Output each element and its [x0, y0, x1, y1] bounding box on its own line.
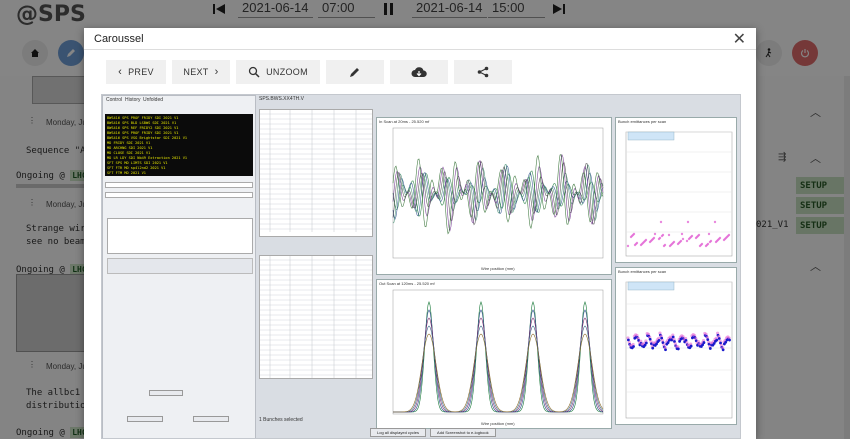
prev-label: PREV [128, 67, 154, 77]
window-tab[interactable]: SPS.BWS.XX4TH.V [259, 96, 304, 102]
chevron-right-icon: › [214, 66, 219, 78]
close-icon[interactable]: ✕ [733, 29, 746, 49]
set-button[interactable] [149, 390, 183, 396]
cloud-download-icon [411, 67, 427, 77]
prev-button[interactable]: ‹ PREV [106, 60, 166, 84]
unzoom-button[interactable]: UNZOOM [236, 60, 320, 84]
download-button[interactable] [390, 60, 448, 84]
bunch-table-in [259, 109, 373, 237]
plot-title: Bunch emittances per scan [618, 269, 667, 274]
carousel-image[interactable]: Control History Unfolded BWS416 SPS PROF… [101, 94, 741, 439]
modal-toolbar: ‹ PREV NEXT › UNZOOM [106, 60, 512, 84]
scan-table [107, 218, 253, 254]
plot-title: In Scan at 20ms - 25.520 mf [379, 119, 430, 124]
x-axis-label: Wire position (mm) [481, 421, 515, 426]
x-axis-label: Wire position (mm) [481, 266, 515, 271]
status-left: 1 Bunches selected [259, 417, 303, 423]
cancel-button[interactable] [193, 416, 229, 422]
scan-settings [107, 258, 253, 274]
modal-header: Caroussel ✕ [84, 28, 756, 50]
device-select[interactable] [105, 182, 253, 188]
out-scan-plot: Out Scan at 120ms - 25.520 mf Wire posit… [376, 279, 612, 429]
share-icon [477, 66, 489, 78]
scan-button[interactable] [127, 416, 163, 422]
control-pane: Control History Unfolded BWS416 SPS PROF… [102, 95, 256, 438]
unzoom-label: UNZOOM [266, 67, 308, 77]
zoom-out-icon [248, 66, 260, 78]
emittance-plot-bottom: Bunch emittances per scan [615, 267, 737, 425]
source-select[interactable] [105, 192, 253, 198]
plot-title: Out Scan at 120ms - 25.520 mf [379, 281, 435, 286]
add-screenshot-button[interactable]: Add Screenshot to e-logbook [430, 428, 496, 437]
plot-title: Bunch emittances per scan [618, 119, 667, 124]
tab-unfolded[interactable]: Unfolded [143, 97, 163, 103]
tab-history[interactable]: History [125, 97, 141, 103]
in-scan-plot: In Scan at 20ms - 25.520 mf Wire positio… [376, 117, 612, 275]
pencil-icon [350, 68, 359, 77]
log-cycles-button[interactable]: Log all displayed cycles [370, 428, 427, 437]
bottom-actions: Log all displayed cycles Add Screenshot … [370, 428, 496, 437]
bunch-table-out [259, 255, 373, 379]
next-label: NEXT [183, 67, 209, 77]
modal-title: Caroussel [94, 32, 144, 45]
next-button[interactable]: NEXT › [172, 60, 230, 84]
share-button[interactable] [454, 60, 512, 84]
chevron-left-icon: ‹ [118, 66, 123, 78]
emittance-plot-top: Bunch emittances per scan [615, 117, 737, 263]
tab-control[interactable]: Control [106, 97, 122, 103]
caroussel-modal: Caroussel ✕ ‹ PREV NEXT › UNZOOM Control [84, 28, 756, 439]
cycle-list[interactable]: BWS416 SPS PROF FRIDY SDI 2021 V1 BWS416… [105, 114, 253, 176]
edit-button[interactable] [326, 60, 384, 84]
